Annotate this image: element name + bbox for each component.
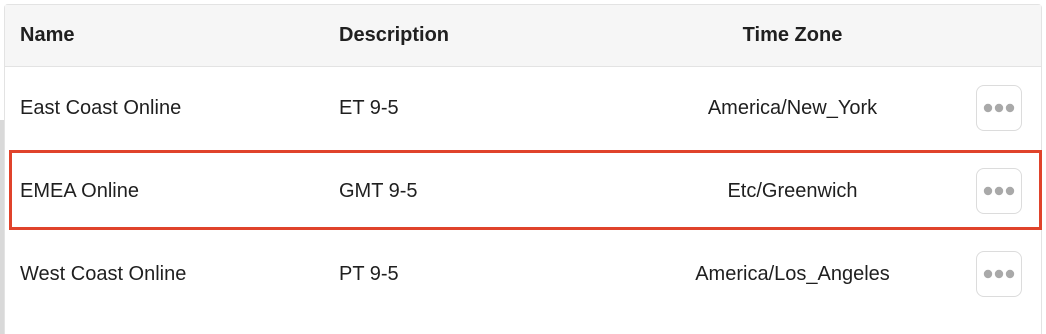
header-name: Name — [20, 24, 75, 46]
header-description: Description — [339, 24, 450, 46]
table-row[interactable]: East Coast Online ET 9-5 America/New_Yor… — [5, 67, 1041, 150]
row-description: ET 9-5 — [339, 97, 399, 119]
row-actions-button[interactable] — [976, 251, 1022, 297]
table-header: Name Description Time Zone — [5, 5, 1041, 67]
row-name: West Coast Online — [20, 263, 187, 285]
table-row[interactable]: West Coast Online PT 9-5 America/Los_Ang… — [5, 233, 1041, 316]
table-row[interactable]: EMEA Online GMT 9-5 Etc/Greenwich — [5, 150, 1041, 233]
row-time-zone: America/New_York — [707, 97, 878, 119]
row-actions-button[interactable] — [976, 85, 1022, 131]
row-name: EMEA Online — [20, 180, 139, 202]
row-description: GMT 9-5 — [339, 180, 418, 202]
schedules-table: Name Description Time Zone East Coast On… — [4, 4, 1042, 334]
more-horizontal-icon — [983, 269, 1015, 279]
more-horizontal-icon — [983, 103, 1015, 113]
row-time-zone: America/Los_Angeles — [695, 263, 890, 285]
more-horizontal-icon — [983, 186, 1015, 196]
row-time-zone: Etc/Greenwich — [727, 180, 858, 202]
row-description: PT 9-5 — [339, 263, 399, 285]
row-name: East Coast Online — [20, 97, 182, 119]
header-time-zone: Time Zone — [742, 24, 843, 46]
schedules-table-page: Name Description Time Zone East Coast On… — [0, 0, 1046, 334]
row-actions-button[interactable] — [976, 168, 1022, 214]
